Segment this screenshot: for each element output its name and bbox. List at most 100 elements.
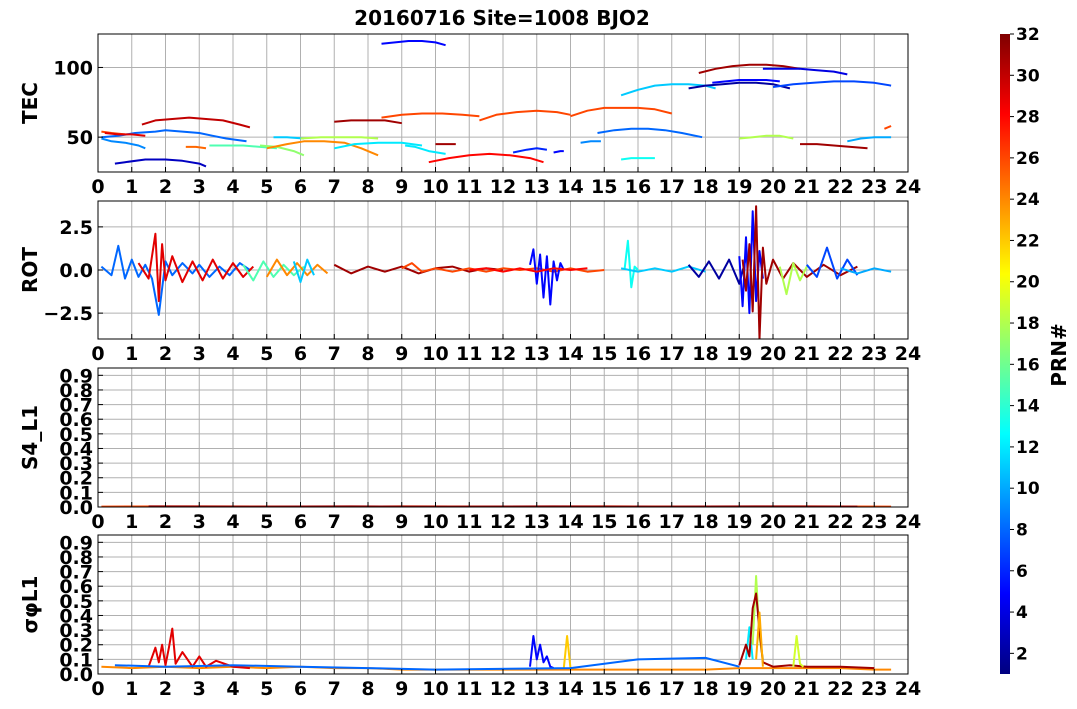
rot-xtick-label: 19	[726, 343, 752, 365]
panel-rot: 0 1 2 3 4 5 6 7 8 9 10 11 12 13 14 15 16 17 18 19 20 21 22 23 24…	[18, 200, 921, 365]
colorbar-tick-label: 16	[1016, 355, 1040, 375]
tec-xtick-label: 8	[361, 176, 374, 198]
tec-series-line-prn-9	[580, 140, 601, 144]
colorbar-tick-label: 32	[1016, 25, 1040, 45]
tec-series-line-prn-30	[141, 116, 251, 129]
s4-xtick-label: 16	[625, 511, 651, 533]
rot-ytick-label: 0.0	[59, 260, 93, 282]
colorbar-tick-label: 12	[1016, 438, 1040, 458]
tec-xtick-label: 15	[591, 176, 617, 198]
rot-xtick-label: 16	[625, 343, 651, 365]
tec-xtick-label: 12	[490, 176, 516, 198]
s4-xtick-label: 3	[193, 511, 206, 533]
rot-xtick-label: 12	[490, 343, 516, 365]
sigma-phi-series-line-prn-5	[529, 635, 554, 670]
tec-xtick-label: 9	[395, 176, 408, 198]
tec-xtick-label: 24	[895, 176, 921, 198]
colorbar-tick-label: 14	[1016, 397, 1040, 417]
tec-xtick-label: 1	[125, 176, 138, 198]
s4-xtick-label: 8	[361, 511, 374, 533]
sigma-phi-xtick-label: 1	[125, 678, 138, 700]
tec-series-line-prn-26	[884, 125, 892, 130]
rot-xtick-label: 17	[659, 343, 685, 365]
panel-tec: 0 1 2 3 4 5 6 7 8 9 10 11 12 13 14 15 16 17 18 19 20 21 22 23 24…	[18, 33, 921, 198]
tec-series-line-prn-9	[101, 137, 146, 150]
sigma-phi-ytick-label: 0.9	[59, 532, 93, 554]
rot-ylabel: ROT	[18, 247, 42, 293]
sigma-phi-xtick-label: 12	[490, 678, 516, 700]
figure: 20160716 Site=1008 BJO2 0 1 2 3 4 5 6 7 8 9 10 11 12…	[18, 6, 1071, 700]
rot-series-line-prn-2	[687, 257, 747, 285]
sigma-phi-xtick-label: 7	[328, 678, 341, 700]
s4-xtick-label: 18	[692, 511, 718, 533]
sigma-phi-xtick-label: 17	[659, 678, 685, 700]
rot-xtick-label: 5	[260, 343, 273, 365]
figure-title: 20160716 Site=1008 BJO2	[354, 6, 650, 30]
rot-xtick-label: 2	[159, 343, 172, 365]
sigma-phi-xtick-label: 8	[361, 678, 374, 700]
tec-xtick-label: 22	[827, 176, 853, 198]
tec-xtick-label: 18	[692, 176, 718, 198]
colorbar-title: PRN#	[1047, 323, 1071, 387]
tec-series-line-prn-18	[300, 136, 379, 140]
rot-series-line-prn-10	[840, 267, 892, 275]
tec-series-line-prn-10	[847, 136, 892, 143]
rot-xtick-label: 22	[827, 343, 853, 365]
s4-xtick-label: 19	[726, 511, 752, 533]
tec-ticks: 0 1 2 3 4 5 6 7 8 9 10 11 12 13 14 15 16 17 18 19 20 21 22 23 24…	[53, 57, 921, 198]
s4-xtick-label: 1	[125, 511, 138, 533]
s4-xtick-label: 15	[591, 511, 617, 533]
tec-series-line-prn-6	[512, 147, 548, 154]
s4-xtick-label: 14	[557, 511, 583, 533]
s4-xtick-label: 0	[91, 511, 104, 533]
tec-xtick-label: 6	[294, 176, 307, 198]
sigma-phi-grid	[97, 535, 909, 675]
rot-xtick-label: 6	[294, 343, 307, 365]
tec-xtick-label: 21	[794, 176, 820, 198]
tec-series-line-prn-26	[381, 112, 480, 119]
s4-xtick-label: 12	[490, 511, 516, 533]
sigma-phi-xtick-label: 6	[294, 678, 307, 700]
s4-ytick-label: 0.9	[59, 365, 93, 387]
sigma-phi-xtick-label: 19	[726, 678, 752, 700]
sigma-phi-xtick-label: 20	[760, 678, 786, 700]
tec-xtick-label: 2	[159, 176, 172, 198]
colorbar-tick-label: 30	[1016, 66, 1040, 86]
panel-s4: 0 1 2 3 4 5 6 7 8 9 10 11 12 13 14 15 16 17 18 19 20 21 22 23 24…	[18, 365, 921, 533]
tec-series-line-prn-25	[185, 145, 207, 150]
tec-xtick-label: 5	[260, 176, 273, 198]
colorbar: 2468101214161820222426283032 PRN#	[1000, 25, 1071, 674]
colorbar-tick-label: 2	[1016, 644, 1028, 664]
tec-series-line-prn-28	[428, 152, 544, 164]
s4-xtick-label: 11	[456, 511, 482, 533]
rot-series-line-prn-8	[100, 244, 251, 316]
rot-xtick-label: 21	[794, 343, 820, 365]
rot-xtick-label: 8	[361, 343, 374, 365]
s4-xtick-label: 13	[524, 511, 550, 533]
rot-ytick-label: 2.5	[59, 217, 93, 239]
colorbar-tick-label: 18	[1016, 314, 1040, 334]
sigma-phi-xtick-label: 0	[91, 678, 104, 700]
s4-xtick-label: 22	[827, 511, 853, 533]
colorbar-tick-label: 6	[1016, 562, 1028, 582]
sigma-phi-xtick-label: 14	[557, 678, 583, 700]
sigma-phi-xtick-label: 21	[794, 678, 820, 700]
tec-series-line-prn-3	[114, 158, 207, 168]
s4-xtick-label: 21	[794, 511, 820, 533]
rot-xtick-label: 4	[226, 343, 239, 365]
sigma-phi-xtick-label: 5	[260, 678, 273, 700]
sigma-phi-xtick-label: 16	[625, 678, 651, 700]
tec-xtick-label: 3	[193, 176, 206, 198]
s4-xtick-label: 9	[395, 511, 408, 533]
sigma-phi-xtick-label: 11	[456, 678, 482, 700]
tec-xtick-label: 20	[760, 176, 786, 198]
colorbar-ticks: 2468101214161820222426283032	[1010, 25, 1040, 664]
tec-ylabel: TEC	[18, 82, 42, 124]
rot-xtick-label: 3	[193, 343, 206, 365]
tec-xtick-label: 14	[557, 176, 583, 198]
sigma-phi-xtick-label: 24	[895, 678, 921, 700]
s4-xtick-label: 10	[422, 511, 448, 533]
colorbar-tick-label: 10	[1016, 479, 1040, 499]
sigma-phi-xtick-label: 22	[827, 678, 853, 700]
rot-xtick-label: 20	[760, 343, 786, 365]
